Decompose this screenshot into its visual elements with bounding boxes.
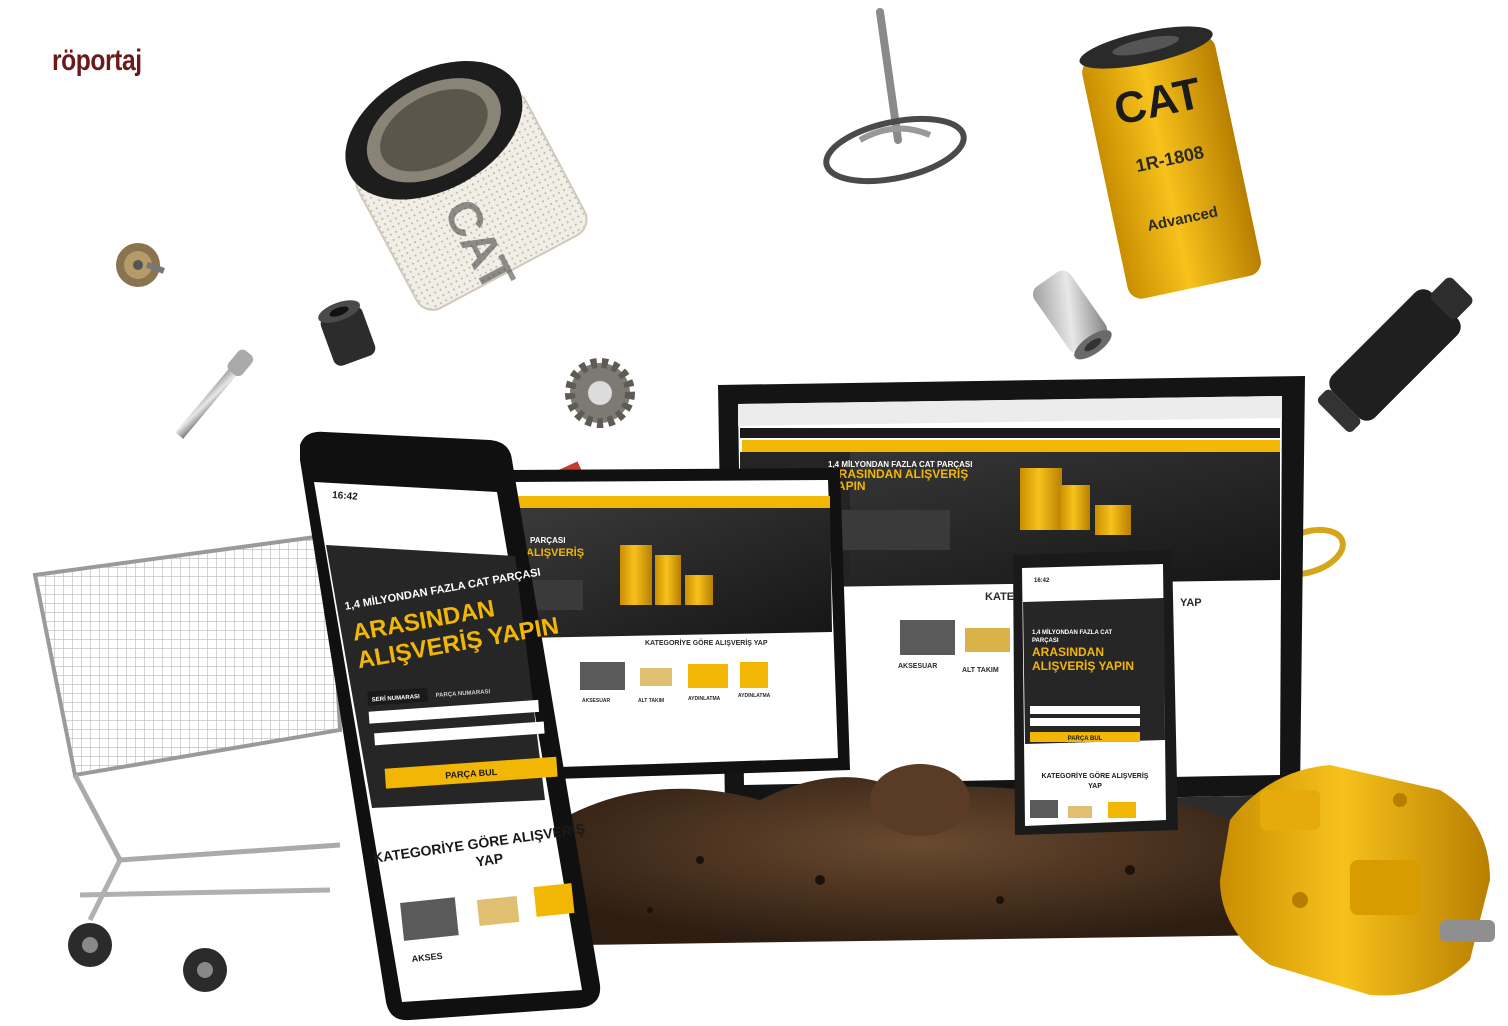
piston-pin-image xyxy=(1032,270,1112,360)
small-phone-status-time: 16:42 xyxy=(1034,578,1050,584)
gear-image xyxy=(565,358,635,428)
small-phone-headline-big-1: ARASINDAN xyxy=(1032,645,1104,659)
tablet-headline-big: ALIŞVERİŞ xyxy=(526,546,584,559)
tablet-category-2: ALT TAKIM xyxy=(638,698,664,704)
laptop-category-2: ALT TAKIM xyxy=(962,667,999,674)
small-phone-headline-big-2: ALIŞVERİŞ YAPIN xyxy=(1032,658,1134,673)
engine-valve-image xyxy=(823,8,967,185)
phone-status-time: 16:42 xyxy=(332,490,359,503)
burr-bit-image xyxy=(175,349,254,439)
air-filter-image: CAT xyxy=(345,61,588,311)
section-tag: röportaj xyxy=(52,44,142,77)
hydraulic-pump-image xyxy=(1220,765,1495,996)
small-phone-headline-small-1: 1,4 MİLYONDAN FAZLA CAT xyxy=(1032,629,1112,636)
small-phone-button[interactable]: PARÇA BUL xyxy=(1068,736,1103,742)
small-phone-headline-small-2: PARÇASI xyxy=(1032,638,1059,644)
tablet-category-heading: KATEGORİYE GÖRE ALIŞVERİŞ YAP xyxy=(645,638,768,647)
hydraulic-cylinder-image xyxy=(1317,277,1473,433)
tablet-headline-small: PARÇASI xyxy=(530,536,565,545)
wire-brush-image xyxy=(116,243,165,287)
laptop-category-heading-right: YAP xyxy=(1180,597,1202,609)
cat-oil-filter-image: CAT 1R-1808 Advanced xyxy=(1079,26,1261,299)
small-phone-device: 16:42 1,4 MİLYONDAN FAZLA CAT PARÇASI AR… xyxy=(1013,550,1178,835)
small-phone-category-heading-1: KATEGORİYE GÖRE ALIŞVERİŞ xyxy=(1042,771,1149,780)
product-collage: CAT CAT 1R-1808 Advanced 1,4 MİLYONDAN F… xyxy=(32,8,1495,1021)
small-phone-category-heading-2: YAP xyxy=(1088,783,1102,790)
laptop-category-1: AKSESUAR xyxy=(898,663,937,670)
tablet-category-1: AKSESUAR xyxy=(582,698,610,704)
tablet-category-3: AYDINLATMA xyxy=(688,696,721,702)
bushing-image xyxy=(318,300,376,366)
tablet-category-4: AYDINLATMA xyxy=(738,693,771,699)
